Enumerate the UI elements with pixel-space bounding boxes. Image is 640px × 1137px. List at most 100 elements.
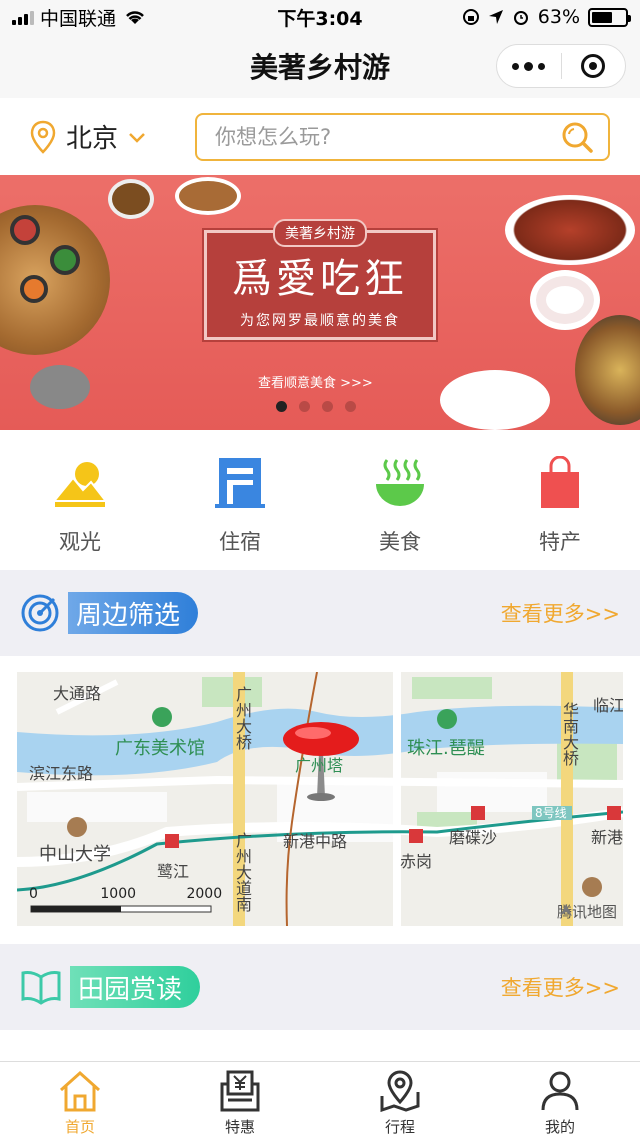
nearby-section-header: 周边筛选 查看更多>>	[0, 570, 640, 656]
scale-label: 0	[29, 886, 38, 902]
nearby-section-title: 周边筛选	[68, 592, 199, 634]
more-dots-icon	[512, 61, 546, 71]
category-food[interactable]: 美食	[320, 430, 480, 570]
search-icon[interactable]	[560, 120, 594, 154]
wifi-icon	[126, 11, 144, 24]
map-label: 临江	[593, 696, 623, 715]
banner-title-card: 美著乡村游 爲愛吃狂 为您网罗最顺意的美食	[204, 219, 436, 340]
pagination-dot[interactable]	[299, 401, 310, 412]
food-plate-image	[440, 370, 550, 430]
promo-banner[interactable]: 美著乡村游 爲愛吃狂 为您网罗最顺意的美食 查看顺意美食 >>>	[0, 175, 640, 430]
banner-pagination	[276, 401, 356, 412]
map-label: 珠江.琶醍	[407, 738, 485, 759]
search-input[interactable]	[215, 124, 560, 149]
chevron-down-icon	[129, 132, 145, 143]
map-label: 大通路	[53, 684, 102, 703]
radar-icon	[21, 594, 59, 632]
close-target-icon	[581, 54, 606, 78]
category-label: 特产	[539, 530, 581, 554]
map-scale: 0 1000 2000	[29, 886, 222, 902]
status-bar: 中国联通 下午3:04 63%	[0, 0, 640, 34]
battery-percent: 63%	[537, 6, 580, 28]
food-plate-image	[20, 275, 48, 303]
map-label: 广东美术馆	[115, 738, 205, 759]
banner-subtitle: 为您网罗最顺意的美食	[240, 313, 400, 329]
map-label: 磨碟沙	[449, 828, 498, 847]
food-plate-image	[30, 365, 90, 409]
map-label: 新港中路	[283, 832, 348, 851]
category-sightseeing[interactable]: 观光	[0, 430, 160, 570]
map-label: 赤岗	[400, 852, 433, 871]
reading-section-header: 田园赏读 查看更多>>	[0, 944, 640, 1030]
banner-tag: 美著乡村游	[273, 219, 367, 247]
user-icon	[541, 1071, 579, 1111]
open-book-icon	[21, 971, 61, 1005]
bottom-tab-bar: 首页 特惠 行程 我的	[0, 1061, 640, 1137]
category-label: 美食	[379, 530, 421, 554]
nearby-more-link[interactable]: 查看更多>>	[501, 598, 620, 628]
category-label: 观光	[59, 530, 101, 554]
scale-label: 1000	[100, 886, 137, 902]
home-icon	[59, 1070, 101, 1112]
map-label: 8号线	[535, 806, 567, 820]
tab-label: 行程	[384, 1118, 415, 1136]
reading-more-link[interactable]: 查看更多>>	[501, 972, 620, 1002]
close-miniprogram-button[interactable]	[562, 45, 626, 87]
food-plate-image	[505, 195, 635, 265]
tab-profile[interactable]: 我的	[480, 1062, 640, 1137]
battery-icon	[588, 7, 631, 27]
search-box[interactable]	[195, 112, 610, 161]
tab-label: 首页	[64, 1118, 95, 1136]
category-specialty[interactable]: 特产	[480, 430, 640, 570]
city-name: 北京	[66, 124, 119, 154]
compass-icon	[559, 904, 572, 916]
food-plate-image	[50, 245, 80, 275]
map-pin-icon	[380, 1070, 420, 1112]
alarm-icon	[513, 11, 528, 25]
map-label: 华南大桥	[560, 702, 579, 766]
category-grid: 观光 住宿 美食 特产	[0, 430, 640, 570]
food-plate-image	[10, 215, 40, 245]
map-label: 广州塔	[295, 756, 344, 775]
pagination-dot[interactable]	[276, 401, 287, 412]
map-label: 中山大学	[39, 844, 111, 865]
food-plate-image	[108, 179, 154, 219]
map-label: 广州大道南	[233, 832, 252, 912]
miniprogram-capsule	[496, 44, 626, 88]
food-plate-image	[175, 177, 241, 215]
shopping-bag-icon	[533, 455, 587, 510]
search-row: 北京	[0, 98, 640, 175]
tab-label: 我的	[544, 1118, 575, 1136]
tab-discount[interactable]: 特惠	[160, 1062, 320, 1137]
carrier-name: 中国联通	[40, 7, 117, 30]
map-attribution: 腾讯地图	[557, 901, 617, 922]
food-plate-image	[530, 270, 600, 330]
nav-bar: 美著乡村游	[0, 34, 640, 98]
food-plate-image	[575, 315, 640, 425]
scale-label: 2000	[186, 886, 223, 902]
sightseeing-icon	[53, 456, 107, 510]
pagination-dot[interactable]	[322, 401, 333, 412]
map-label: 滨江东路	[29, 764, 94, 783]
banner-link[interactable]: 查看顺意美食 >>>	[258, 372, 373, 391]
tab-home[interactable]: 首页	[0, 1062, 160, 1137]
lodging-icon	[213, 456, 267, 510]
tab-itinerary[interactable]: 行程	[320, 1062, 480, 1137]
nearby-map[interactable]: 大通路 广东美术馆 滨江东路 中山大学 鹭江 新港中路 赤岗 磨碟沙 新港 珠江…	[17, 672, 623, 926]
map-label: 广州大桥	[233, 686, 252, 750]
banner-headline: 爲愛吃狂	[232, 256, 408, 302]
discount-icon	[220, 1070, 260, 1112]
signal-icon	[12, 9, 34, 25]
reading-content-area	[0, 1030, 640, 1061]
more-button[interactable]	[497, 45, 561, 87]
reading-section-title: 田园赏读	[70, 966, 201, 1008]
pagination-dot[interactable]	[345, 401, 356, 412]
category-label: 住宿	[219, 530, 261, 554]
location-pin-icon	[30, 120, 56, 154]
category-lodging[interactable]: 住宿	[160, 430, 320, 570]
page-title: 美著乡村游	[249, 51, 390, 84]
map-label: 新港	[591, 828, 623, 847]
map-label: 鹭江	[157, 862, 190, 881]
food-bowl-icon	[373, 456, 427, 510]
city-selector[interactable]: 北京	[30, 118, 195, 155]
